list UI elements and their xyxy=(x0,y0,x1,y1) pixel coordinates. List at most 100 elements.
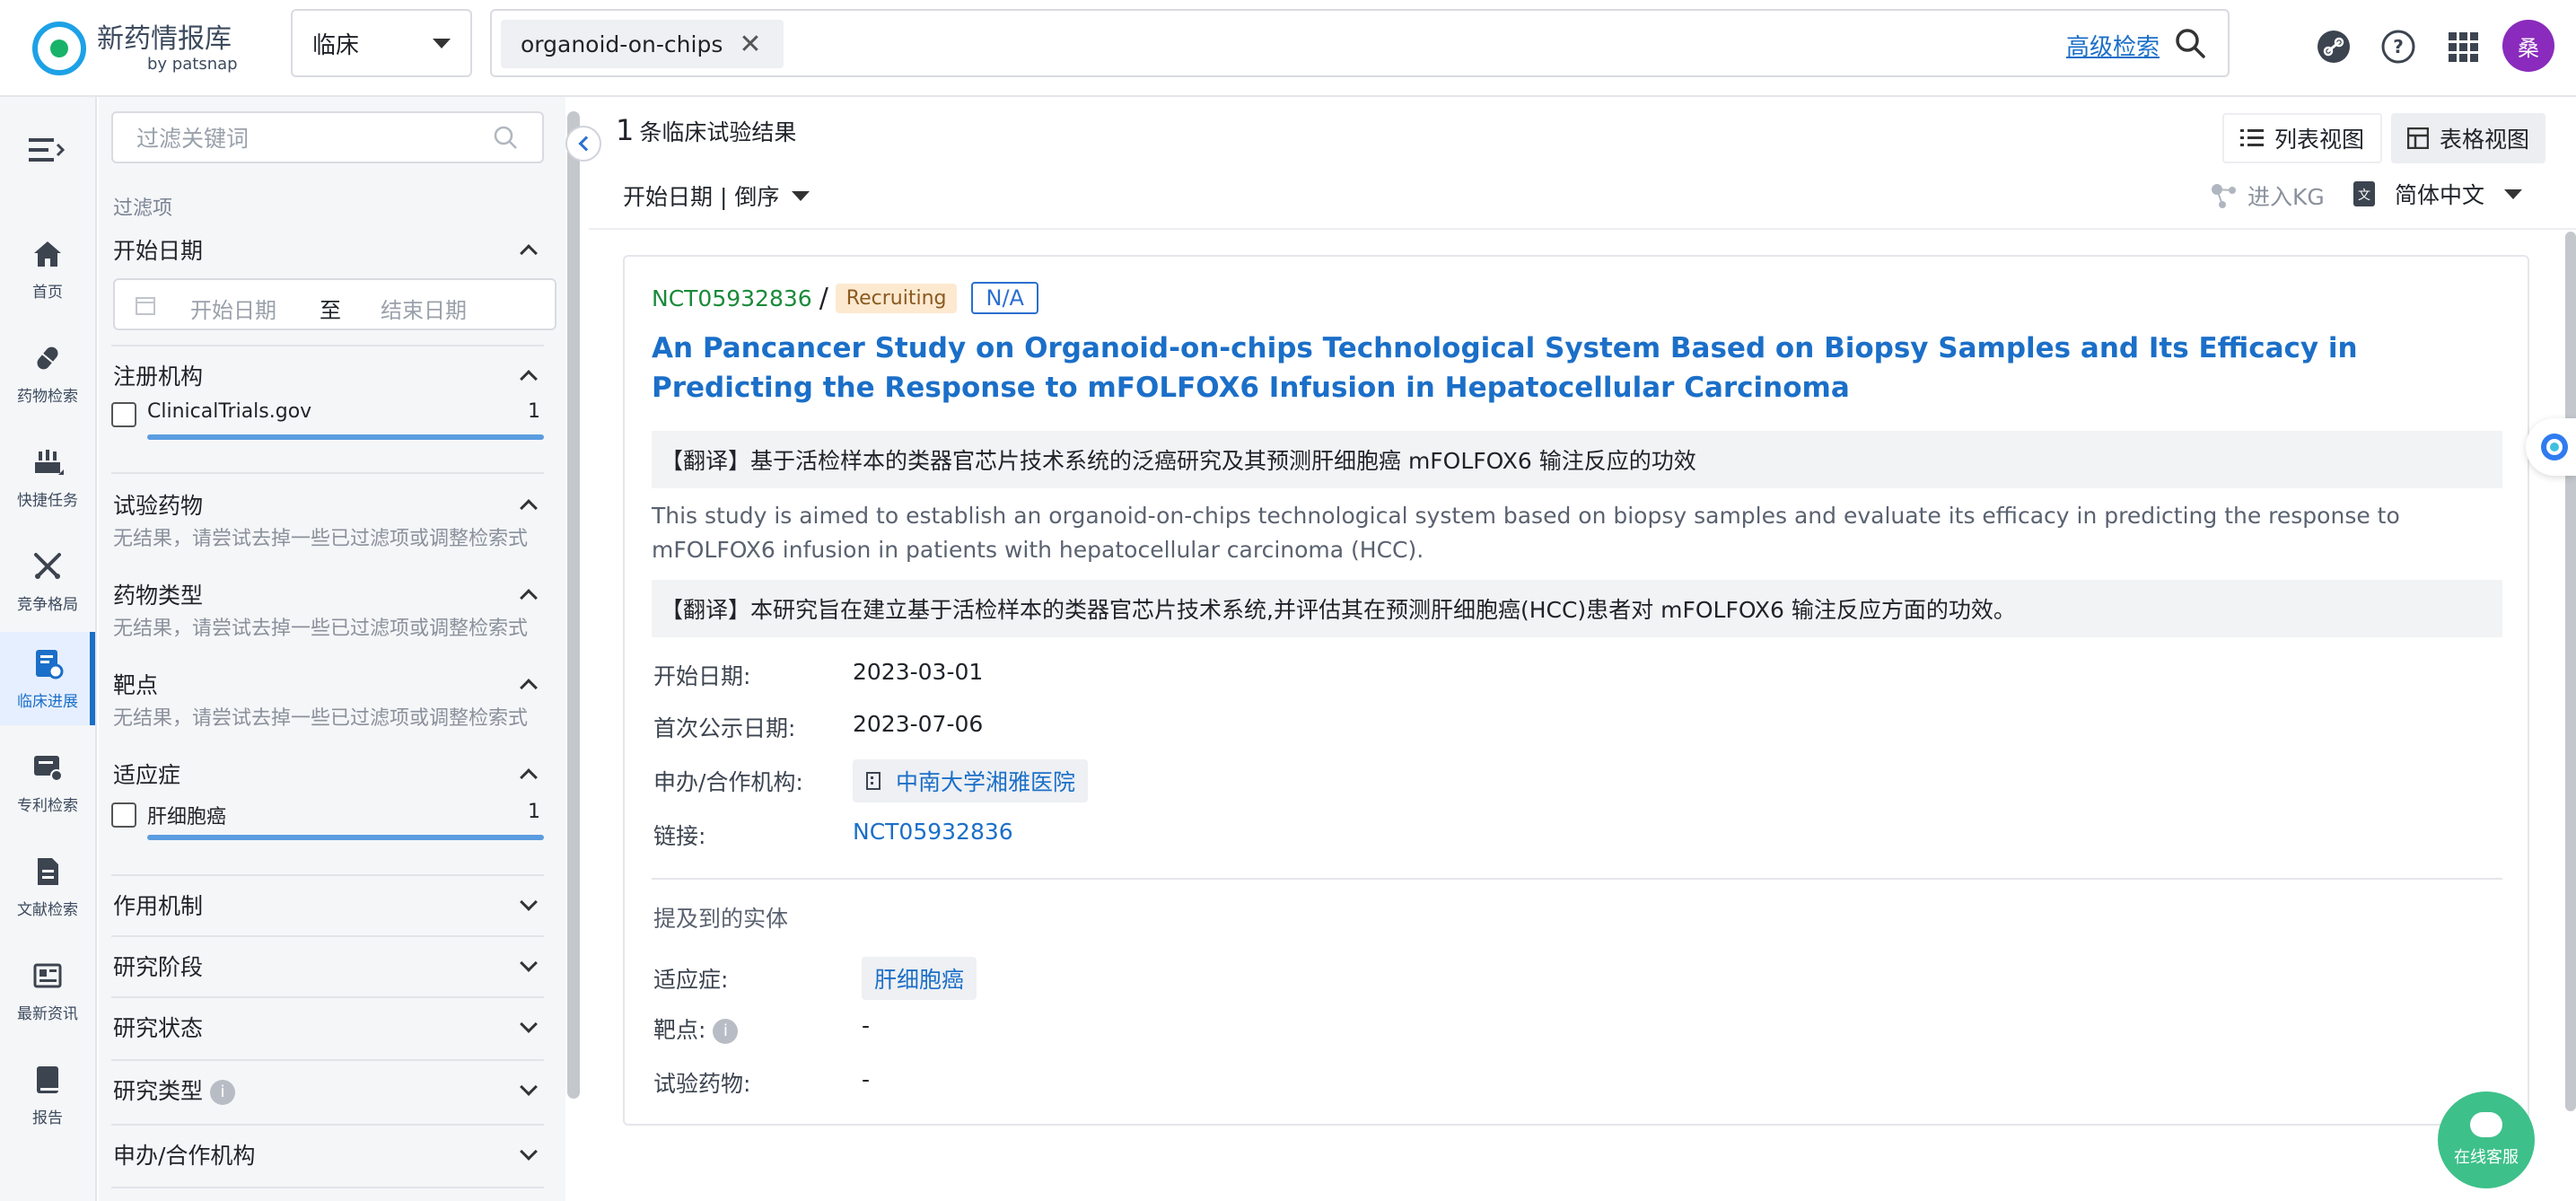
chevron-down-icon xyxy=(433,38,451,48)
language-dropdown[interactable]: 文 简体中文 xyxy=(2352,178,2523,210)
entity-drug-label: 试验药物: xyxy=(653,1071,751,1097)
start-date-label: 开始日期: xyxy=(653,663,751,689)
phase-badge: N/A xyxy=(971,282,1038,314)
filter-title: 药物类型 xyxy=(113,583,204,609)
nav-item-label: 药物检索 xyxy=(17,387,78,406)
end-date-input[interactable]: 结束日期 xyxy=(381,293,467,324)
filter-title: 研究状态 xyxy=(113,1015,204,1041)
nav-item-label: 竞争格局 xyxy=(17,595,78,614)
filter-phase-header[interactable]: 研究阶段 xyxy=(113,950,542,982)
sort-dropdown[interactable]: 开始日期 | 倒序 xyxy=(623,180,810,212)
filter-option-bar xyxy=(147,434,544,440)
status-badge: Recruiting xyxy=(835,283,958,313)
advanced-search-link[interactable]: 高级检索 xyxy=(2066,29,2160,62)
separator: / xyxy=(819,282,828,314)
filter-registry-header[interactable]: 注册机构 xyxy=(113,359,542,391)
nav-item-drug-search[interactable]: 药物检索 xyxy=(0,327,95,420)
entity-indication-value: 肝细胞癌 xyxy=(874,967,965,993)
trial-link[interactable]: NCT05932836 xyxy=(853,819,1013,845)
entity-target-label: 靶点: i xyxy=(653,1013,739,1045)
filter-target-header[interactable]: 靶点 xyxy=(113,668,542,700)
filter-drug-type-header[interactable]: 药物类型 xyxy=(113,578,542,610)
filter-option-count: 1 xyxy=(528,400,540,423)
chevron-up-icon xyxy=(520,679,538,697)
filter-title: 试验药物 xyxy=(113,493,204,519)
chevron-left-icon xyxy=(578,136,594,152)
filter-status-header[interactable]: 研究状态 xyxy=(113,1011,542,1043)
filter-option-label: ClinicalTrials.gov xyxy=(147,400,312,423)
sponsor-chip[interactable]: 中南大学湘雅医院 xyxy=(853,759,1089,802)
chevron-up-icon xyxy=(520,768,538,786)
main-scrollbar[interactable] xyxy=(2565,232,2576,1111)
chevron-down-icon xyxy=(520,1015,538,1033)
nav-item-news[interactable]: 最新资讯 xyxy=(0,944,95,1038)
translate-icon: 文 xyxy=(2353,181,2375,206)
search-icon[interactable] xyxy=(2174,27,2206,59)
filter-start-date-header[interactable]: 开始日期 xyxy=(113,233,542,266)
search-icon xyxy=(494,126,517,149)
nav-item-quick-tasks[interactable]: 快捷任务 xyxy=(0,431,95,524)
filter-indication-header[interactable]: 适应症 xyxy=(113,758,542,790)
link-icon[interactable] xyxy=(2316,29,2352,65)
trial-title[interactable]: An Pancancer Study on Organoid-on-chips … xyxy=(652,329,2501,408)
svg-text:?: ? xyxy=(2393,36,2404,57)
info-icon[interactable]: i xyxy=(713,1019,739,1044)
filter-mechanism-header[interactable]: 作用机制 xyxy=(113,889,542,921)
filter-study-type-header[interactable]: 研究类型 i xyxy=(113,1074,542,1106)
app-sub: by patsnap xyxy=(147,55,238,74)
entity-target-label-text: 靶点: xyxy=(653,1017,706,1043)
checkbox[interactable] xyxy=(111,402,136,427)
ai-assistant-button[interactable] xyxy=(2526,418,2576,476)
online-support-button[interactable]: 在线客服 xyxy=(2438,1091,2535,1188)
enter-kg-button[interactable]: 进入KG xyxy=(2210,180,2325,212)
chevron-down-icon xyxy=(520,893,538,911)
filter-keyword-input[interactable]: 过滤关键词 xyxy=(111,111,544,163)
collapse-filter-button[interactable] xyxy=(565,126,601,162)
search-scope-select[interactable]: 临床 xyxy=(291,9,472,77)
help-icon[interactable]: ? xyxy=(2380,29,2416,65)
trial-id[interactable]: NCT05932836 xyxy=(652,285,812,311)
filter-option-count: 1 xyxy=(528,801,540,823)
filter-option-hcc[interactable]: 肝细胞癌 1 xyxy=(111,799,544,840)
nav-item-home[interactable]: 首页 xyxy=(0,223,95,316)
nav-item-patent[interactable]: 专利检索 xyxy=(0,736,95,829)
nav-item-competition[interactable]: 竞争格局 xyxy=(0,535,95,628)
list-icon xyxy=(2240,129,2264,146)
sponsor-name: 中南大学湘雅医院 xyxy=(896,769,1076,795)
table-view-button[interactable]: 表格视图 xyxy=(2391,113,2546,163)
nav-item-clinical[interactable]: 临床进展 xyxy=(0,632,95,725)
checkbox[interactable] xyxy=(111,802,136,828)
divider xyxy=(111,996,544,998)
divider xyxy=(111,1124,544,1126)
entity-indication-chip[interactable]: 肝细胞癌 xyxy=(862,957,977,1000)
list-view-button[interactable]: 列表视图 xyxy=(2222,113,2383,163)
filter-panel: 过滤关键词 过滤项 开始日期 开始日期 至 结束日期 注册机构 Clinical… xyxy=(99,97,565,1201)
chevron-down-icon xyxy=(792,190,810,201)
info-icon[interactable]: i xyxy=(210,1080,236,1105)
menu-collapse-icon[interactable] xyxy=(29,136,65,163)
filter-empty-hint: 无结果，请尝试去掉一些已过滤项或调整检索式 xyxy=(113,618,529,640)
results-suffix: 条临床试验结果 xyxy=(639,119,797,145)
user-avatar[interactable]: 桑 xyxy=(2502,20,2554,72)
filter-title: 靶点 xyxy=(113,672,159,698)
sponsor-label: 申办/合作机构: xyxy=(653,769,803,795)
filter-title: 研究类型 xyxy=(113,1078,204,1104)
filter-drug-header[interactable]: 试验药物 xyxy=(113,488,542,521)
filter-scrollbar[interactable] xyxy=(567,111,580,1099)
filter-sponsor-header[interactable]: 申办/合作机构 xyxy=(113,1138,542,1170)
chevron-up-icon xyxy=(520,499,538,517)
nav-item-report[interactable]: 报告 xyxy=(0,1048,95,1142)
nav-item-label: 临床进展 xyxy=(17,692,78,711)
close-icon[interactable]: ✕ xyxy=(739,29,761,60)
search-box[interactable]: organoid-on-chips ✕ 高级检索 xyxy=(490,9,2230,77)
nav-item-literature[interactable]: 文献检索 xyxy=(0,840,95,934)
trial-card: NCT05932836 / Recruiting N/A An Pancance… xyxy=(623,255,2529,1126)
start-date-value: 2023-03-01 xyxy=(853,659,984,685)
app-logo[interactable]: 新药情报库 by patsnap xyxy=(32,18,238,79)
start-date-input[interactable]: 开始日期 xyxy=(190,293,276,324)
nav-item-label: 首页 xyxy=(32,283,63,302)
apps-grid-icon[interactable] xyxy=(2445,29,2481,65)
first-posted-label: 首次公示日期: xyxy=(653,715,796,741)
date-range-picker[interactable]: 开始日期 至 结束日期 xyxy=(113,278,556,330)
filter-option-clinicaltrials[interactable]: ClinicalTrials.gov 1 xyxy=(111,399,544,440)
